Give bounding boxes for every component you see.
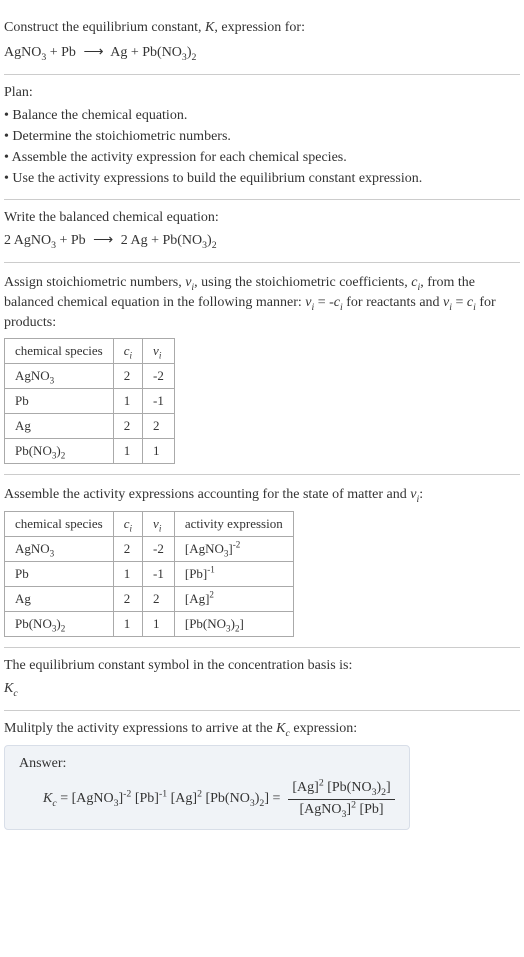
prompt-equation: AgNO3 + Pb ⟶ Ag + Pb(NO3)2 — [4, 42, 520, 64]
cell-species: Ag — [5, 586, 114, 611]
cell-ci: 1 — [113, 561, 142, 586]
col-expr: activity expression — [174, 511, 293, 536]
cell-species: Ag — [5, 414, 114, 439]
symbol-line2: Kc — [4, 678, 520, 700]
cell-vi: 1 — [143, 439, 175, 464]
balanced-section: Write the balanced chemical equation: 2 … — [4, 200, 520, 263]
cell-species: AgNO3 — [5, 536, 114, 561]
col-ci: ci — [113, 339, 142, 364]
col-vi: νi — [143, 339, 175, 364]
plan-item: • Determine the stoichiometric numbers. — [4, 126, 520, 147]
symbol-section: The equilibrium constant symbol in the c… — [4, 648, 520, 711]
table-header-row: chemical species ci νi — [5, 339, 175, 364]
cell-ci: 1 — [113, 439, 142, 464]
table-row: Pb(NO3)2 1 1 — [5, 439, 175, 464]
cell-vi: -2 — [143, 364, 175, 389]
cell-expr: [Pb(NO3)2] — [174, 611, 293, 636]
cell-species: AgNO3 — [5, 364, 114, 389]
prompt-section: Construct the equilibrium constant, K, e… — [4, 8, 520, 75]
activity-title: Assemble the activity expressions accoun… — [4, 485, 520, 505]
cell-species: Pb(NO3)2 — [5, 439, 114, 464]
cell-ci: 1 — [113, 611, 142, 636]
plan-section: Plan: • Balance the chemical equation. •… — [4, 75, 520, 200]
cell-ci: 2 — [113, 364, 142, 389]
table-row: Pb 1 -1 [Pb]-1 — [5, 561, 294, 586]
cell-species: Pb — [5, 389, 114, 414]
formula-fraction: [Ag]2 [Pb(NO3)2] [AgNO3]2 [Pb] — [288, 780, 394, 819]
cell-species: Pb(NO3)2 — [5, 611, 114, 636]
answer-box: Answer: Kc = [AgNO3]-2 [Pb]-1 [Ag]2 [Pb(… — [4, 745, 410, 830]
cell-ci: 2 — [113, 536, 142, 561]
cell-vi: -1 — [143, 389, 175, 414]
table-row: Ag 2 2 — [5, 414, 175, 439]
table-header-row: chemical species ci νi activity expressi… — [5, 511, 294, 536]
table-row: Pb 1 -1 — [5, 389, 175, 414]
stoich-section: Assign stoichiometric numbers, νi, using… — [4, 263, 520, 475]
cell-ci: 2 — [113, 414, 142, 439]
cell-vi: -1 — [143, 561, 175, 586]
answer-label: Answer: — [19, 756, 395, 772]
table-row: AgNO3 2 -2 [AgNO3]-2 — [5, 536, 294, 561]
plan-item: • Assemble the activity expression for e… — [4, 147, 520, 168]
cell-vi: 2 — [143, 586, 175, 611]
fraction-denominator: [AgNO3]2 [Pb] — [295, 800, 387, 819]
cell-vi: 2 — [143, 414, 175, 439]
col-vi: νi — [143, 511, 175, 536]
cell-expr: [Ag]2 — [174, 586, 293, 611]
balanced-equation: 2 AgNO3 + Pb ⟶ 2 Ag + Pb(NO3)2 — [4, 230, 520, 252]
col-ci: ci — [113, 511, 142, 536]
table-row: Ag 2 2 [Ag]2 — [5, 586, 294, 611]
prompt-text: Construct the equilibrium constant, K, e… — [4, 18, 520, 38]
symbol-line1: The equilibrium constant symbol in the c… — [4, 658, 520, 674]
formula-lhs: Kc = [AgNO3]-2 [Pb]-1 [Ag]2 [Pb(NO3)2] = — [43, 791, 280, 807]
table-row: AgNO3 2 -2 — [5, 364, 175, 389]
cell-species: Pb — [5, 561, 114, 586]
cell-expr: [AgNO3]-2 — [174, 536, 293, 561]
plan-item: • Use the activity expressions to build … — [4, 168, 520, 189]
multiply-title: Mulitply the activity expressions to arr… — [4, 721, 520, 737]
plan-list: • Balance the chemical equation. • Deter… — [4, 105, 520, 189]
cell-vi: -2 — [143, 536, 175, 561]
answer-formula: Kc = [AgNO3]-2 [Pb]-1 [Ag]2 [Pb(NO3)2] =… — [43, 780, 395, 819]
cell-vi: 1 — [143, 611, 175, 636]
table-row: Pb(NO3)2 1 1 [Pb(NO3)2] — [5, 611, 294, 636]
col-species: chemical species — [5, 339, 114, 364]
multiply-section: Mulitply the activity expressions to arr… — [4, 711, 520, 840]
plan-title: Plan: — [4, 85, 520, 101]
activity-table: chemical species ci νi activity expressi… — [4, 511, 294, 637]
cell-ci: 1 — [113, 389, 142, 414]
stoich-table: chemical species ci νi AgNO3 2 -2 Pb 1 -… — [4, 338, 175, 464]
cell-expr: [Pb]-1 — [174, 561, 293, 586]
activity-section: Assemble the activity expressions accoun… — [4, 475, 520, 648]
plan-item: • Balance the chemical equation. — [4, 105, 520, 126]
stoich-text: Assign stoichiometric numbers, νi, using… — [4, 273, 520, 332]
cell-ci: 2 — [113, 586, 142, 611]
fraction-numerator: [Ag]2 [Pb(NO3)2] — [288, 780, 394, 800]
balanced-title: Write the balanced chemical equation: — [4, 210, 520, 226]
col-species: chemical species — [5, 511, 114, 536]
